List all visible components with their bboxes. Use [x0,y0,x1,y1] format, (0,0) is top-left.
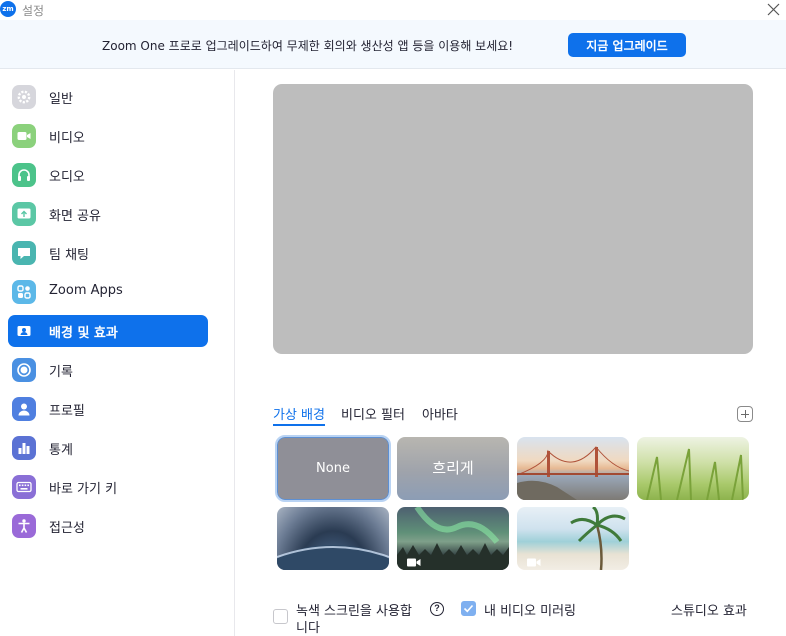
studio-effects-link[interactable]: 스튜디오 효과 [671,600,747,619]
sidebar-item-accessibility[interactable]: 접근성 [8,510,208,542]
background-tile-beach[interactable] [517,507,629,570]
background-tile-blur[interactable]: 흐리게 [397,437,509,500]
background-tile-none[interactable]: None [275,435,391,502]
background-tile-grass[interactable] [637,437,749,500]
sidebar-item-label: 통계 [49,443,73,458]
bar-chart-icon [12,436,36,460]
sidebar-item-recording[interactable]: 기록 [8,354,208,386]
sidebar-item-label: 오디오 [49,170,85,185]
checkmark-icon [463,604,474,613]
accessibility-icon [12,514,36,538]
sidebar-item-statistics[interactable]: 통계 [8,432,208,464]
sidebar-item-label: 접근성 [49,521,85,536]
video-camera-icon [527,558,541,567]
sidebar-item-label: 팀 채팅 [49,248,90,263]
green-screen-checkbox[interactable] [273,609,288,624]
background-tile-aurora[interactable] [397,507,509,570]
sidebar-item-general[interactable]: 일반 [8,81,208,113]
upgrade-banner: Zoom One 프로로 업그레이드하여 무제한 회의와 생산성 앱 등을 이용… [0,20,786,69]
sidebar-item-label: 비디오 [49,131,85,146]
close-button[interactable] [767,3,780,16]
sidebar-item-label: 화면 공유 [49,209,101,224]
sidebar-item-background-effects[interactable]: 배경 및 효과 [8,315,208,347]
tab-avatars[interactable]: 아바타 [422,404,458,426]
zoom-logo-icon: zm [0,1,16,17]
tab-virtual-background[interactable]: 가상 배경 [273,404,325,426]
sidebar-item-profile[interactable]: 프로필 [8,393,208,425]
title-bar: zm 설정 [0,0,786,20]
chat-bubble-icon [12,241,36,265]
video-camera-icon [12,124,36,148]
sidebar-item-label: 일반 [49,92,73,107]
close-icon [767,3,780,16]
sidebar-item-label: Zoom Apps [49,283,123,298]
sidebar-item-screen-share[interactable]: 화면 공유 [8,198,208,230]
earth-image [277,545,389,570]
upgrade-now-button[interactable]: 지금 업그레이드 [568,33,686,57]
window-title: 설정 [22,4,45,18]
sidebar-item-keyboard-shortcuts[interactable]: 바로 가기 키 [8,471,208,503]
background-tile-earth[interactable] [277,507,389,570]
apps-icon [12,280,36,304]
settings-sidebar: 일반 비디오 오디오 화면 공유 팀 채팅 Zoom Apps 배경 및 효과 … [0,70,235,636]
gear-icon [12,85,36,109]
tab-video-filters[interactable]: 비디오 필터 [341,404,405,426]
golden-gate-bridge-image [517,446,629,500]
sidebar-item-label: 기록 [49,365,73,380]
headphones-icon [12,163,36,187]
green-screen-label-continued: 니다 [296,621,320,636]
banner-text: Zoom One 프로로 업그레이드하여 무제한 회의와 생산성 앱 등을 이용… [102,39,514,53]
mirror-video-checkbox[interactable] [461,601,476,616]
sidebar-item-team-chat[interactable]: 팀 채팅 [8,237,208,269]
screen-share-icon [12,202,36,226]
sidebar-item-label: 배경 및 효과 [49,326,118,341]
sidebar-item-zoom-apps[interactable]: Zoom Apps [8,276,208,308]
background-tile-golden-gate[interactable] [517,437,629,500]
portrait-icon [12,319,36,343]
video-camera-icon [407,558,421,567]
sidebar-item-audio[interactable]: 오디오 [8,159,208,191]
add-background-button[interactable] [737,406,753,422]
sidebar-item-label: 바로 가기 키 [49,482,118,497]
video-preview [273,84,753,354]
tile-label: None [316,461,350,476]
keyboard-icon [12,475,36,499]
grass-image [646,448,744,500]
sidebar-item-video[interactable]: 비디오 [8,120,208,152]
help-icon[interactable]: ? [430,602,444,616]
record-icon [12,358,36,382]
sidebar-item-label: 프로필 [49,404,85,419]
tile-label: 흐리게 [432,459,474,477]
user-icon [12,397,36,421]
mirror-video-label: 내 비디오 미러링 [484,604,576,619]
